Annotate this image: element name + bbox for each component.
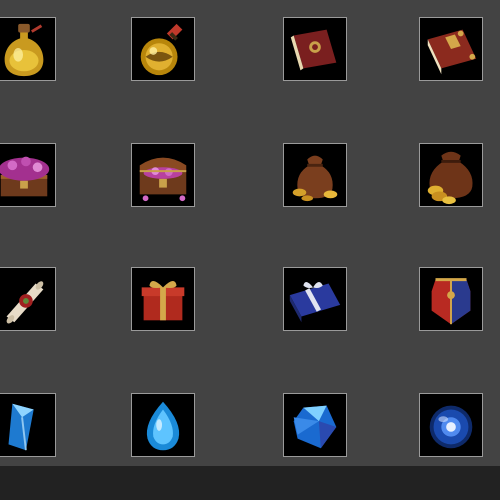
- blue-faceted-crystal-icon[interactable]: [283, 393, 347, 457]
- open-gem-chest-icon[interactable]: [0, 143, 56, 207]
- red-gift-box-icon[interactable]: [131, 267, 195, 331]
- ornate-tome-icon[interactable]: [419, 17, 483, 81]
- blue-teardrop-gem-icon[interactable]: [131, 393, 195, 457]
- bottom-bar: [0, 466, 500, 500]
- large-coin-sack-icon[interactable]: [419, 143, 483, 207]
- closed-spellbook-icon[interactable]: [283, 17, 347, 81]
- crest-shield-icon[interactable]: [419, 267, 483, 331]
- gem-treasure-chest-icon[interactable]: [131, 143, 195, 207]
- ice-crystal-shard-icon[interactable]: [0, 393, 56, 457]
- coin-sack-icon[interactable]: [283, 143, 347, 207]
- sealed-scroll-icon[interactable]: [0, 267, 56, 331]
- blue-gift-box-icon[interactable]: [283, 267, 347, 331]
- glowing-blue-orb-icon[interactable]: [419, 393, 483, 457]
- ornate-gold-potion-icon[interactable]: [131, 17, 195, 81]
- yellow-potion-bottle-icon[interactable]: [0, 17, 56, 81]
